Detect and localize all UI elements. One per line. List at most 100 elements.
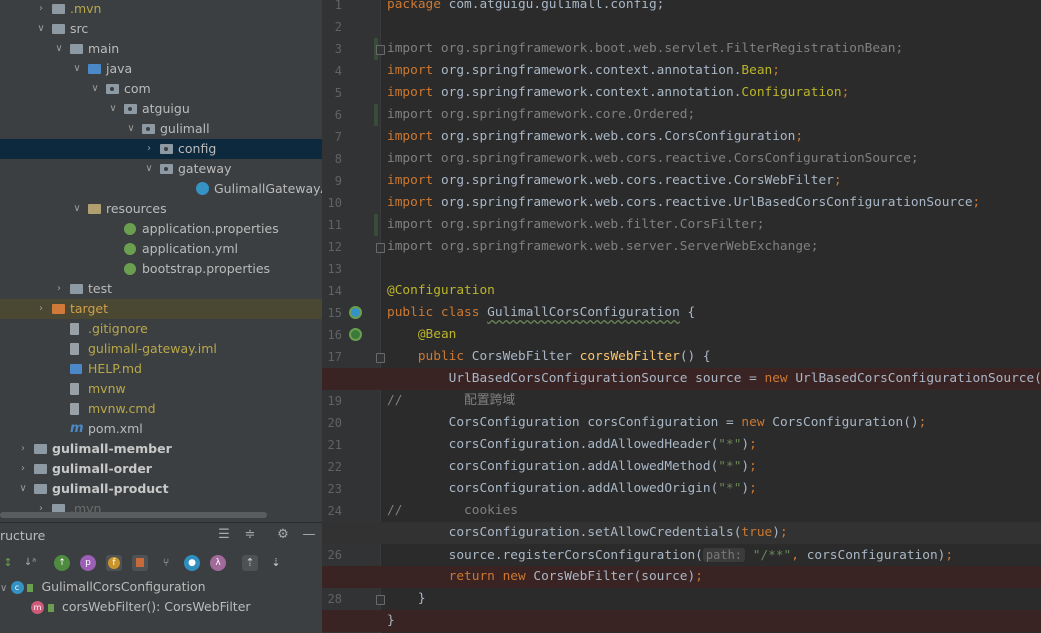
tree-item[interactable]: bootstrap.properties xyxy=(0,259,322,279)
collapse-all-icon[interactable]: ≑ xyxy=(243,528,257,542)
code-text: import org.springframework.web.cors.reac… xyxy=(387,170,842,192)
horizontal-scrollbar[interactable] xyxy=(0,512,267,518)
chevron-down-icon[interactable]: ∨ xyxy=(125,119,137,139)
chevron-down-icon[interactable]: ∨ xyxy=(17,479,29,499)
code-token: corsConfiguration.addAllowedMethod( xyxy=(387,459,719,474)
show-lambdas-icon[interactable]: ● xyxy=(184,555,200,571)
code-token: CorsConfiguration corsConfiguration = xyxy=(387,415,742,430)
code-token: public xyxy=(417,349,472,364)
chevron-right-icon[interactable]: › xyxy=(35,299,47,319)
tree-item[interactable]: › target xyxy=(0,299,322,319)
chevron-down-icon[interactable]: ∨ xyxy=(143,159,155,179)
tree-item-label: application.yml xyxy=(142,241,238,256)
tree-item[interactable]: ∨ com xyxy=(0,79,322,99)
structure-method-item[interactable]: m corsWebFilter(): CorsWebFilter xyxy=(31,597,251,617)
tree-item[interactable]: ∨ java xyxy=(0,59,322,79)
tree-item[interactable]: ∨ atguigu xyxy=(0,99,322,119)
code-editor[interactable]: 1234567891011121314151617181920212223242… xyxy=(322,0,1041,633)
show-inherited-icon[interactable]: ↑ xyxy=(54,555,70,571)
tree-item[interactable]: › test xyxy=(0,279,322,299)
sort-alpha-icon[interactable]: ↓ᵃ xyxy=(22,555,38,571)
code-token: ) xyxy=(741,481,750,496)
chevron-down-icon[interactable]: ∨ xyxy=(107,99,119,119)
tree-item[interactable]: › gulimall-order xyxy=(0,459,322,479)
tree-item[interactable]: ∨ gulimall-product xyxy=(0,479,322,499)
tree-item-label: test xyxy=(88,281,113,296)
tree-item[interactable]: m pom.xml xyxy=(0,419,322,439)
autoscroll-to-source-icon[interactable]: ⇡ xyxy=(242,555,258,571)
code-token: package xyxy=(387,0,449,12)
chevron-down-icon[interactable]: ∨ xyxy=(35,19,47,39)
tree-item[interactable]: .gitignore xyxy=(0,319,322,339)
autoscroll-from-source-icon[interactable]: ⇣ xyxy=(268,555,284,571)
tree-item-label: atguigu xyxy=(142,101,190,116)
tree-item[interactable]: ∨ gateway xyxy=(0,159,322,179)
tree-item[interactable]: mvnw.cmd xyxy=(0,399,322,419)
tree-item[interactable]: › config xyxy=(0,139,322,159)
tree-item[interactable]: ∨ src xyxy=(0,19,322,39)
code-text: import org.springframework.context.annot… xyxy=(387,60,780,82)
show-anonymous-icon[interactable]: ⑂ xyxy=(158,555,174,571)
code-text: @Bean xyxy=(387,324,457,346)
tree-item[interactable]: mvnw xyxy=(0,379,322,399)
tree-item-label: GulimallGatewayApplic xyxy=(214,181,322,196)
tree-item-label: .mvn xyxy=(70,1,102,16)
chevron-down-icon[interactable]: ∨ xyxy=(71,59,83,79)
code-token: org.springframework.context.annotation. xyxy=(440,63,742,78)
tree-item-label: com xyxy=(124,81,151,96)
chevron-right-icon[interactable]: › xyxy=(17,439,29,459)
fold-marker-icon[interactable] xyxy=(376,45,385,55)
fold-marker-icon[interactable] xyxy=(376,353,385,363)
code-token: "/**" xyxy=(752,548,792,563)
code-line[interactable] xyxy=(322,610,1041,632)
structure-class-item[interactable]: ∨ c GulimallCorsConfiguration xyxy=(0,577,206,597)
show-non-public-icon[interactable] xyxy=(132,555,148,571)
tree-item[interactable]: GulimallGatewayApplic xyxy=(0,179,322,199)
class-icon: c xyxy=(10,581,24,594)
tree-item[interactable]: application.properties xyxy=(0,219,322,239)
structure-panel: ructure ☰ ≑ ⚙ — ↕ ↓ᵃ ↑ p f ⑂ ● λ ⇡ ⇣ ∨ c… xyxy=(0,522,322,633)
code-token: ) xyxy=(741,437,750,452)
code-token: return new xyxy=(448,569,534,584)
code-token: public class xyxy=(387,305,488,320)
tree-item[interactable]: HELP.md xyxy=(0,359,322,379)
fold-marker-icon[interactable] xyxy=(376,595,385,605)
code-token: true xyxy=(741,525,773,540)
code-token: ; xyxy=(972,195,981,210)
code-token: GulimallCorsConfiguration xyxy=(487,305,680,320)
sort-visibility-icon[interactable]: ↕ xyxy=(0,555,16,571)
code-token: new xyxy=(764,371,796,386)
tree-item[interactable]: ∨ main xyxy=(0,39,322,59)
tree-item[interactable]: application.yml xyxy=(0,239,322,259)
fold-marker-icon[interactable] xyxy=(376,243,385,253)
hide-icon[interactable]: — xyxy=(302,528,316,542)
folder-icon xyxy=(70,44,83,54)
tree-item[interactable]: › .mvn xyxy=(0,0,322,19)
lock-icon xyxy=(47,603,54,612)
expand-all-icon[interactable]: ☰ xyxy=(217,528,231,542)
chevron-right-icon[interactable]: › xyxy=(17,459,29,479)
lambda-icon[interactable]: λ xyxy=(210,555,226,571)
code-line[interactable] xyxy=(322,258,1041,280)
folder-icon xyxy=(34,444,47,454)
package-icon xyxy=(124,104,137,114)
code-text: public CorsWebFilter corsWebFilter() { xyxy=(387,346,711,368)
tree-item[interactable]: ∨ resources xyxy=(0,199,322,219)
tree-item-label: config xyxy=(178,141,217,156)
code-line[interactable] xyxy=(322,588,1041,610)
chevron-down-icon[interactable]: ∨ xyxy=(71,199,83,219)
code-line[interactable] xyxy=(322,16,1041,38)
chevron-right-icon[interactable]: › xyxy=(143,139,155,159)
tree-item[interactable]: › gulimall-member xyxy=(0,439,322,459)
tree-item[interactable]: ∨ gulimall xyxy=(0,119,322,139)
gear-icon[interactable]: ⚙ xyxy=(276,528,290,542)
code-token: , xyxy=(791,548,807,563)
show-properties-icon[interactable]: p xyxy=(80,555,96,571)
show-fields-icon[interactable]: f xyxy=(106,555,122,571)
chevron-right-icon[interactable]: › xyxy=(35,0,47,19)
chevron-right-icon[interactable]: › xyxy=(53,279,65,299)
tree-item[interactable]: gulimall-gateway.iml xyxy=(0,339,322,359)
code-token: "*" xyxy=(718,481,742,496)
chevron-down-icon[interactable]: ∨ xyxy=(89,79,101,99)
chevron-down-icon[interactable]: ∨ xyxy=(53,39,65,59)
